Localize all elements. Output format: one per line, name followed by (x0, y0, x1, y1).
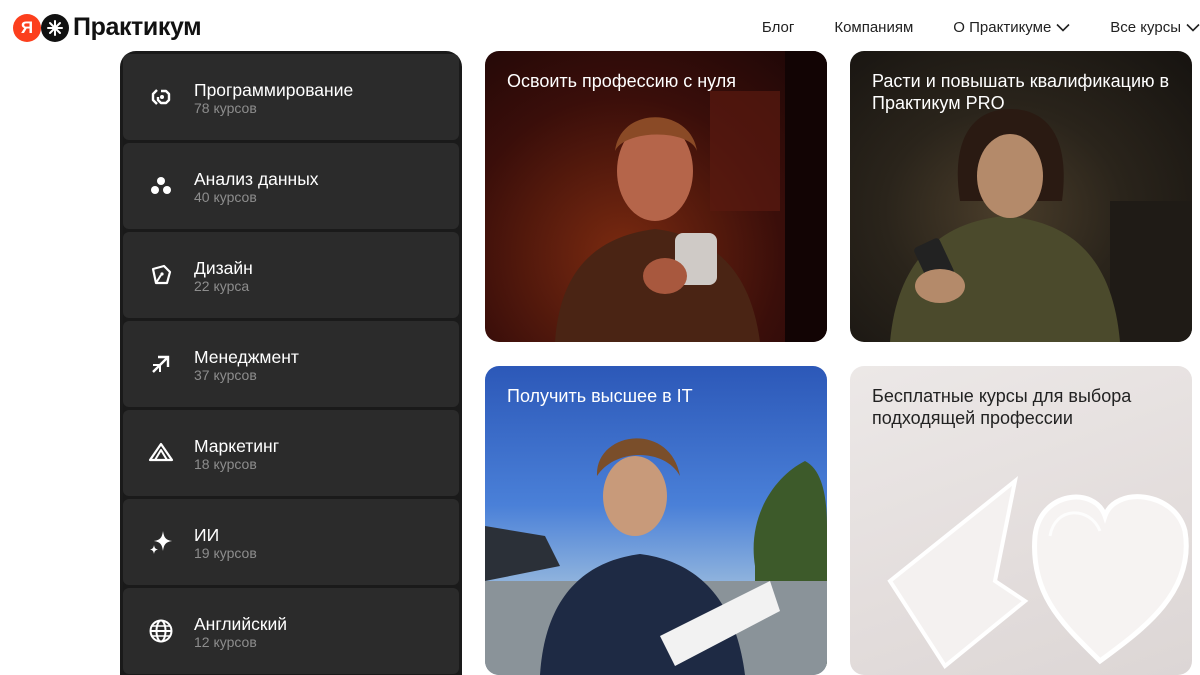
category-design[interactable]: Дизайн 22 курса (123, 232, 459, 318)
card-free-courses[interactable]: Бесплатные курсы для выбора подходящей п… (850, 366, 1192, 675)
nav-blog-link[interactable]: Блог (762, 19, 794, 36)
card-title: Расти и повышать квалификацию в Практику… (872, 71, 1170, 113)
category-count: 18 курсов (194, 456, 257, 472)
sparkles-icon (148, 529, 174, 555)
praktikum-star-icon (41, 13, 69, 42)
category-title: Маркетинг (194, 436, 280, 456)
code-icon (148, 84, 174, 110)
card-title: Получить высшее в IT (507, 386, 693, 406)
card-learn-from-scratch[interactable]: Освоить профессию с нуля (485, 51, 827, 342)
student-with-notebook-photo (485, 438, 827, 675)
nav-about-dropdown[interactable]: О Практикуме (953, 19, 1070, 36)
card-title: Освоить профессию с нуля (507, 71, 736, 91)
globe-icon (148, 618, 174, 644)
nav-companies-link[interactable]: Компаниям (834, 19, 913, 36)
category-title: Анализ данных (194, 169, 319, 189)
category-programming[interactable]: Программирование 78 курсов (123, 54, 459, 140)
card-title: Бесплатные курсы для выбора подходящей п… (872, 386, 1132, 428)
pen-nib-icon (148, 262, 174, 288)
dots-cluster-icon (148, 173, 174, 199)
chevron-down-icon (1056, 23, 1070, 32)
header: Я Практикум Блог Компаниям О Практикуме … (0, 0, 1200, 56)
category-count: 37 курсов (194, 367, 257, 383)
category-count: 78 курсов (194, 100, 257, 116)
category-title: Программирование (194, 80, 354, 100)
nav-all-courses-dropdown[interactable]: Все курсы (1110, 19, 1200, 36)
logo[interactable]: Я Практикум (13, 13, 202, 42)
category-count: 19 курсов (194, 545, 257, 561)
category-title: Дизайн (194, 258, 253, 278)
nav-all-courses-label: Все курсы (1110, 19, 1181, 36)
yandex-logo-icon: Я (13, 13, 41, 42)
top-nav: Блог Компаниям О Практикуме Все курсы (762, 19, 1200, 36)
category-data-analysis[interactable]: Анализ данных 40 курсов (123, 143, 459, 229)
logo-text: Практикум (73, 13, 202, 41)
category-title: Менеджмент (194, 347, 299, 367)
man-with-mug-photo (555, 51, 827, 342)
card-higher-education-it[interactable]: Получить высшее в IT (485, 366, 827, 675)
category-sidebar: Программирование 78 курсов Анализ данных… (120, 51, 462, 675)
category-english[interactable]: Английский 12 курсов (123, 588, 459, 674)
category-title: ИИ (194, 525, 220, 545)
chevron-down-icon (1186, 23, 1200, 32)
category-management[interactable]: Менеджмент 37 курсов (123, 321, 459, 407)
category-title: Английский (194, 614, 288, 634)
category-count: 12 курсов (194, 634, 257, 650)
triangles-icon (148, 440, 174, 466)
card-pro-qualification[interactable]: Расти и повышать квалификацию в Практику… (850, 51, 1192, 342)
category-marketing[interactable]: Маркетинг 18 курсов (123, 410, 459, 496)
category-count: 22 курса (194, 278, 250, 294)
category-ai[interactable]: ИИ 19 курсов (123, 499, 459, 585)
arrow-up-right-icon (148, 351, 174, 377)
nav-about-label: О Практикуме (953, 19, 1052, 36)
category-count: 40 курсов (194, 189, 257, 205)
